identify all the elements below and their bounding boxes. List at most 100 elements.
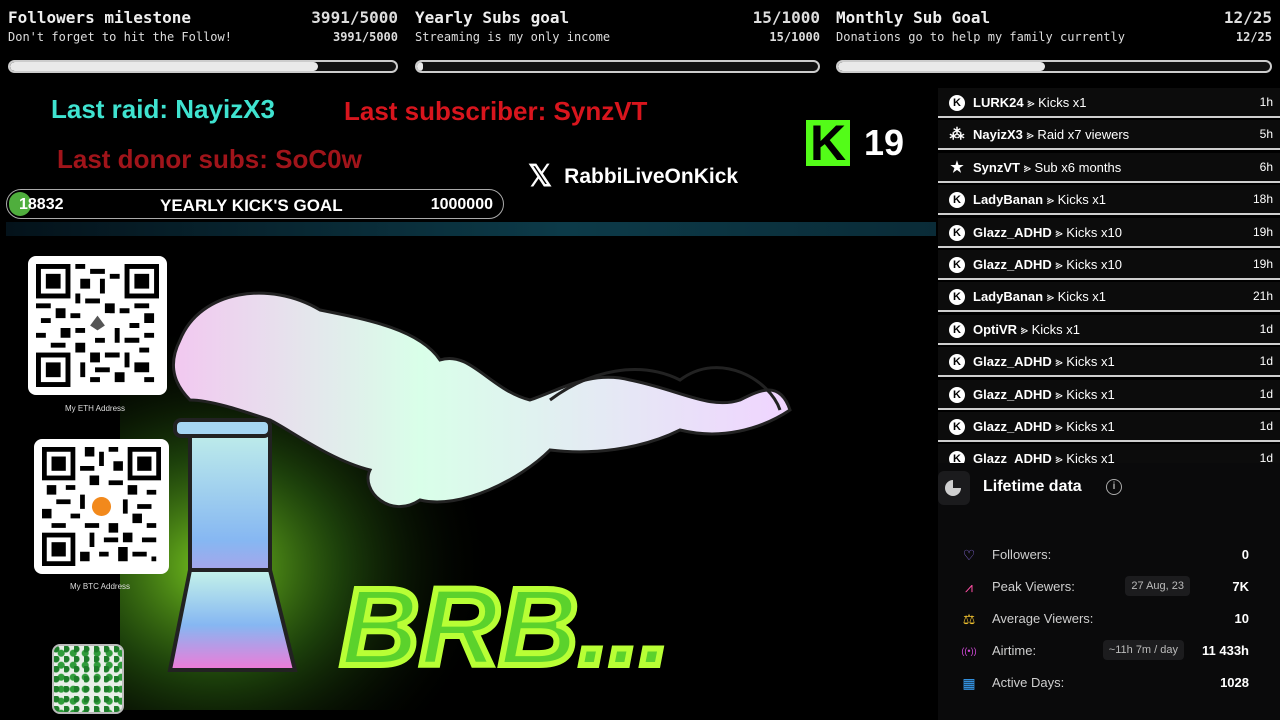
event-description: Glazz_ADHD ⪢ Kicks x1 xyxy=(973,451,1115,463)
raid-icon: ⁂ xyxy=(949,126,965,144)
event-description: Glazz_ADHD ⪢ Kicks x10 xyxy=(973,225,1122,241)
event-user: Glazz_ADHD xyxy=(973,386,1052,402)
event-time: 1d xyxy=(1259,418,1273,433)
event-time: 6h xyxy=(1259,159,1273,174)
pie-chart-icon xyxy=(938,471,970,505)
kick-icon: K xyxy=(949,354,965,371)
progress-track xyxy=(8,60,398,73)
recent-events-list: K LURK24 ⪢ Kicks x1 1h ⁂ NayizX3 ⪢ Raid x7 v… xyxy=(938,88,1280,463)
goal-count: 12/25 xyxy=(1223,8,1272,27)
goal-subtitle: Donations go to help my family currently xyxy=(836,30,1125,44)
kick-goal-target: 1000000 xyxy=(430,196,493,213)
lifetime-title: Lifetime data xyxy=(983,478,1082,495)
goal-count-small: 12/25 xyxy=(1235,30,1272,44)
event-description: NayizX3 ⪢ Raid x7 viewers xyxy=(973,127,1129,143)
kick-icon: K xyxy=(949,256,965,273)
event-action: ⪢ Kicks x1 xyxy=(1051,418,1115,434)
event-row: K Glazz_ADHD ⪢ Kicks x1 1d xyxy=(938,379,1280,410)
event-row: ★ SynzVT ⪢ Sub x6 months 6h xyxy=(938,152,1280,183)
event-action: ⪢ Kicks x1 xyxy=(1043,192,1107,208)
event-description: Glazz_ADHD ⪢ Kicks x1 xyxy=(973,387,1115,403)
stat-chip: ~11h 7m / day xyxy=(1102,640,1184,660)
btc-qr-code xyxy=(34,439,169,574)
decorative-band xyxy=(6,222,936,236)
event-time: 1h xyxy=(1259,95,1273,109)
event-action: ⪢ Kicks x1 xyxy=(1023,95,1087,110)
event-row: K LadyBanan ⪢ Kicks x1 18h xyxy=(938,185,1280,216)
calendar-icon: ▦ xyxy=(962,675,976,691)
info-icon[interactable]: i xyxy=(1106,479,1122,495)
event-row: ⁂ NayizX3 ⪢ Raid x7 viewers 5h xyxy=(938,120,1280,151)
event-user: OptiVR xyxy=(973,321,1018,337)
goal-yearly-subs: Yearly Subs goal 15/1000 Streaming is my… xyxy=(415,0,820,82)
event-action: ⪢ Kicks x10 xyxy=(1051,224,1122,240)
event-user: Glazz_ADHD xyxy=(973,418,1052,434)
cannabis-jar-image xyxy=(52,644,124,714)
goal-title: Monthly Sub Goal xyxy=(836,8,991,27)
goal-count-small: 3991/5000 xyxy=(332,30,398,44)
qr-pattern xyxy=(42,447,161,566)
kick-icon: K xyxy=(949,451,965,463)
kick-goal-title: YEARLY KICK'S GOAL xyxy=(160,196,343,215)
pie-chart-glyph xyxy=(945,480,961,496)
kick-icon: K xyxy=(949,386,965,403)
kick-logo-letter: K xyxy=(809,115,847,171)
event-description: Glazz_ADHD ⪢ Kicks x1 xyxy=(973,419,1115,435)
brb-text: BRB... xyxy=(340,566,670,689)
stat-chip: 27 Aug, 23 xyxy=(1125,576,1190,596)
event-row: K LadyBanan ⪢ Kicks x1 21h xyxy=(938,282,1280,313)
event-time: 5h xyxy=(1259,127,1273,142)
goal-monthly-subs: Monthly Sub Goal 12/25 Donations go to h… xyxy=(836,0,1272,82)
event-row: K Glazz_ADHD ⪢ Kicks x1 1d xyxy=(938,411,1280,442)
event-description: LURK24 ⪢ Kicks x1 xyxy=(973,95,1087,111)
average-icon: ⚖ xyxy=(962,611,976,627)
broadcast-icon: ((•)) xyxy=(961,646,977,656)
event-time: 1d xyxy=(1259,451,1273,463)
event-action: ⪢ Kicks x1 xyxy=(1051,451,1115,463)
lifetime-header: Lifetime data i xyxy=(938,471,1280,505)
goal-followers: Followers milestone 3991/5000 Don't forg… xyxy=(8,0,398,82)
event-user: SynzVT xyxy=(973,159,1020,175)
x-logo-icon: 𝕏 xyxy=(528,160,553,193)
last-subscriber-text: Last subscriber: SynzVT xyxy=(344,96,648,126)
kick-icon: K xyxy=(949,289,965,306)
kick-counter: K 19 xyxy=(806,116,905,170)
event-description: Glazz_ADHD ⪢ Kicks x10 xyxy=(973,257,1122,273)
event-row: K OptiVR ⪢ Kicks x1 1d xyxy=(938,314,1280,345)
stat-row: ⚖ Average Viewers: 10 xyxy=(938,607,1280,631)
event-action: ⪢ Kicks x1 xyxy=(1051,386,1115,402)
event-action: ⪢ Raid x7 viewers xyxy=(1022,127,1130,143)
goal-subtitle: Don't forget to hit the Follow! xyxy=(8,30,232,44)
stat-row: ▦ Active Days: 1028 xyxy=(938,671,1280,695)
event-time: 1d xyxy=(1259,386,1273,401)
event-description: Glazz_ADHD ⪢ Kicks x1 xyxy=(973,354,1115,370)
event-description: OptiVR ⪢ Kicks x1 xyxy=(973,322,1080,338)
event-description: LadyBanan ⪢ Kicks x1 xyxy=(973,192,1106,208)
eth-qr-label: My ETH Address xyxy=(65,404,126,413)
event-user: Glazz_ADHD xyxy=(973,451,1052,463)
stat-value: 0 xyxy=(1241,547,1249,562)
event-action: ⪢ Kicks x10 xyxy=(1051,256,1122,272)
btc-qr-label: My BTC Address xyxy=(70,582,131,591)
event-action: ⪢ Kicks x1 xyxy=(1043,289,1107,305)
stat-label: Followers: xyxy=(992,547,1052,562)
event-row: K LURK24 ⪢ Kicks x1 1h xyxy=(938,88,1280,118)
stat-value: 1028 xyxy=(1220,675,1249,690)
event-time: 19h xyxy=(1252,256,1273,271)
x-handle: 𝕏 RabbiLiveOnKick xyxy=(528,162,738,192)
stat-label: Average Viewers: xyxy=(992,611,1094,626)
stat-value: 11 433h xyxy=(1202,643,1249,658)
event-action: ⪢ Kicks x1 xyxy=(1051,354,1115,370)
event-time: 1d xyxy=(1259,321,1273,336)
kick-logo-icon: K xyxy=(806,116,850,170)
x-handle-name: RabbiLiveOnKick xyxy=(564,165,739,188)
event-time: 18h xyxy=(1252,192,1273,207)
goal-subtitle: Streaming is my only income xyxy=(415,30,611,44)
goal-count-small: 15/1000 xyxy=(769,30,820,44)
event-row: K Glazz_ADHD ⪢ Kicks x10 19h xyxy=(938,217,1280,248)
event-user: NayizX3 xyxy=(973,127,1023,143)
stat-row: ⩘ Peak Viewers: 27 Aug, 23 7K xyxy=(938,575,1280,599)
event-user: Glazz_ADHD xyxy=(973,354,1052,370)
progress-fill xyxy=(10,62,319,71)
kick-count-value: 19 xyxy=(864,122,905,163)
